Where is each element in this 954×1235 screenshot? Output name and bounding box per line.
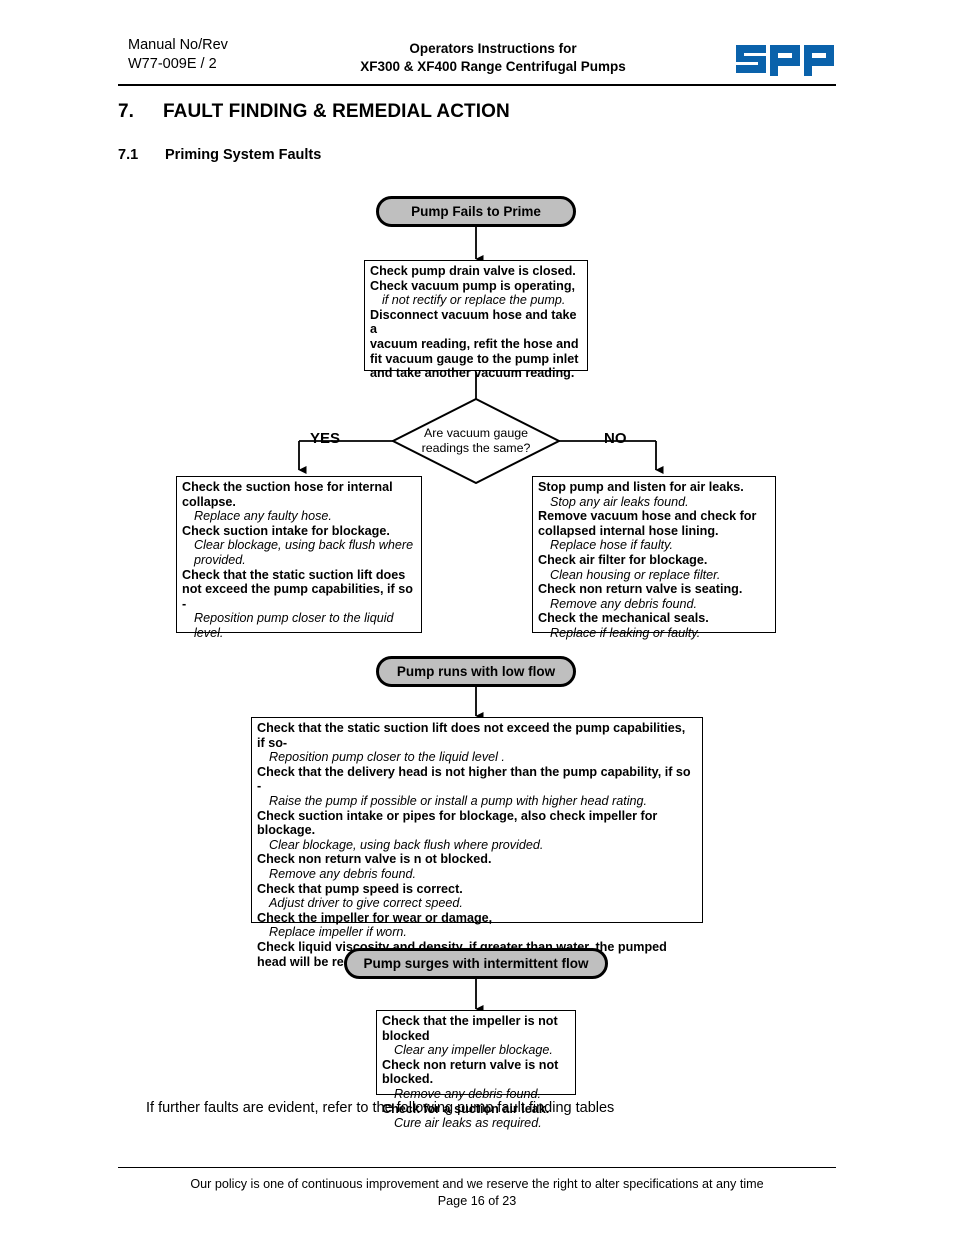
check-line: Check the mechanical seals. <box>538 611 709 626</box>
footer-policy-text: Our policy is one of continuous improvem… <box>190 1177 764 1191</box>
check-line: Check non return valve is seating. <box>538 582 743 597</box>
flow-box-initial-checks: Check pump drain valve is closed. Check v… <box>364 260 588 380</box>
remedy-line: Clear any impeller blockage. <box>394 1043 553 1058</box>
flow-box-surging-checks: Check that the impeller is not blocked Cl… <box>376 1010 576 1130</box>
remedy-line: Raise the pump if possible or install a … <box>269 793 648 808</box>
decision-label-line1: Are vacuum gauge <box>423 426 528 440</box>
check-line: Disconnect vacuum hose and take a <box>370 307 577 337</box>
branch-label-yes: YES <box>310 430 341 447</box>
check-line: Check that the impeller is not blocked <box>382 1014 558 1043</box>
flow-box-yes-branch: Check the suction hose for internal coll… <box>176 476 422 640</box>
remedy-line: Replace if leaking or faulty. <box>550 625 701 640</box>
remedy-line: Cure air leaks as required. <box>394 1116 542 1131</box>
remedy-line: Clean housing or replace filter. <box>550 567 721 582</box>
manual-reference: Manual No/Rev W77-009E / 2 <box>128 36 228 74</box>
remedy-line: Replace hose if faulty. <box>550 538 673 553</box>
spp-logo-icon <box>736 45 834 76</box>
remedy-line: Clear blockage, using back flush where p… <box>194 538 414 567</box>
remedy-line: Clear blockage, using back flush where p… <box>269 837 544 852</box>
remedy-line: if not rectify or replace the pump. <box>382 293 566 308</box>
check-line: Check suction intake or pipes for blocka… <box>257 808 658 838</box>
check-line: fit vacuum gauge to the pump inlet <box>370 351 579 366</box>
check-line: Check the suction hose for internal coll… <box>182 480 393 509</box>
check-line: Check pump drain valve is closed. <box>370 264 576 278</box>
flow-node-pump-fails-to-prime[interactable]: Pump Fails to Prime <box>376 196 576 227</box>
closing-note: If further faults are evident, refer to … <box>146 1100 615 1116</box>
header-title-line2: XF300 & XF400 Range Centrifugal Pumps <box>360 59 626 74</box>
check-line: Check that pump speed is correct. <box>257 881 463 896</box>
flow-decision-vacuum-readings: Are vacuum gauge readings the same? <box>390 397 562 485</box>
check-line: Check vacuum pump is operating, <box>370 278 576 293</box>
flow-box-low-flow-checks: Check that the static suction lift does … <box>251 717 703 969</box>
remedy-line: Remove any debris found. <box>550 596 698 611</box>
document-page: Manual No/Rev W77-009E / 2 Operators Inst… <box>0 0 954 1235</box>
branch-label-no: NO <box>604 430 627 447</box>
remedy-line: Reposition pump closer to the liquid lev… <box>194 611 394 640</box>
check-line: Check that the static suction lift does … <box>257 721 686 750</box>
check-line: Check that the delivery head is not high… <box>257 764 691 794</box>
check-line: Check non return valve is n ot blocked. <box>257 852 492 867</box>
check-line: Remove vacuum hose and check for collaps… <box>538 509 757 538</box>
manual-no-rev-value: W77-009E / 2 <box>128 56 217 72</box>
header-title-line1: Operators Instructions for <box>409 41 577 56</box>
remedy-line: Adjust driver to give correct speed. <box>269 896 463 911</box>
flow-node-pump-runs-with-low-flow[interactable]: Pump runs with low flow <box>376 656 576 687</box>
check-line: Check suction intake for blockage. <box>182 523 390 538</box>
page-header: Manual No/Rev W77-009E / 2 Operators Inst… <box>118 36 836 84</box>
remedy-line: Stop any air leaks found. <box>550 494 689 509</box>
flow-node-label: Pump runs with low flow <box>396 664 556 679</box>
header-divider <box>118 84 836 86</box>
manual-no-rev-label: Manual No/Rev <box>128 37 228 53</box>
remedy-line: Reposition pump closer to the liquid lev… <box>269 750 505 765</box>
subsection-number: 7.1 <box>118 147 139 163</box>
page-title: 7. FAULT FINDING & REMEDIAL ACTION <box>118 101 510 123</box>
remedy-line: Replace any faulty hose. <box>194 509 332 524</box>
subsection-title: Priming System Faults <box>165 147 322 163</box>
header-title: Operators Instructions for XF300 & XF400… <box>278 40 708 76</box>
section-number: 7. <box>118 101 135 122</box>
footer-divider <box>118 1167 836 1168</box>
decision-label-line2: readings the same? <box>421 441 531 455</box>
check-line: Check that the static suction lift does … <box>182 567 413 611</box>
page-footer: Our policy is one of continuous improvem… <box>118 1176 836 1210</box>
flow-box-no-branch: Stop pump and listen for air leaks. Stop … <box>532 476 776 640</box>
check-line: Check the impeller for wear or damage, <box>257 910 493 925</box>
check-line: Check non return valve is not blocked. <box>382 1057 559 1087</box>
section-title: FAULT FINDING & REMEDIAL ACTION <box>163 101 510 122</box>
flow-node-label: Pump Fails to Prime <box>411 204 541 219</box>
decision-label: Are vacuum gauge readings the same? <box>392 426 560 456</box>
flow-node-label: Pump surges with intermittent flow <box>363 956 589 971</box>
check-line: and take another vacuum reading. <box>370 366 575 381</box>
footer-page-number: Page 16 of 23 <box>437 1194 517 1208</box>
check-line: Stop pump and listen for air leaks. <box>538 480 744 494</box>
remedy-line: Remove any debris found. <box>269 866 417 881</box>
flow-node-pump-surges-intermittent-flow[interactable]: Pump surges with intermittent flow <box>344 948 608 979</box>
subsection-heading: 7.1 Priming System Faults <box>118 147 321 163</box>
remedy-line: Replace impeller if worn. <box>269 925 407 940</box>
check-line: Check air filter for blockage. <box>538 552 708 567</box>
check-line: vacuum reading, refit the hose and <box>370 336 579 351</box>
